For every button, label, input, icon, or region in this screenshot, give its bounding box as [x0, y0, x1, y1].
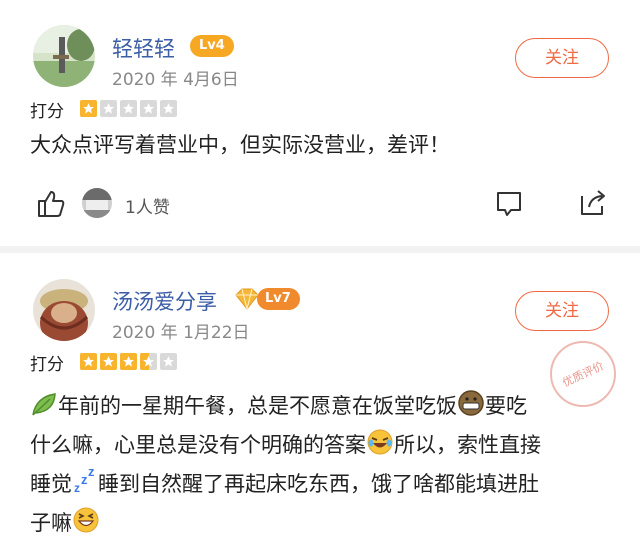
avatar[interactable] — [33, 279, 95, 341]
grin-squint-emoji — [72, 506, 100, 545]
level-badge: Lv7 — [257, 288, 300, 310]
laugh-cry-emoji — [366, 428, 394, 467]
rating-star — [140, 353, 157, 370]
zzz-emoji: zzz — [72, 464, 98, 506]
rating-star — [140, 100, 157, 117]
review-date: 2020 年 1月22日 — [112, 323, 250, 343]
rating-label: 打分 — [30, 355, 64, 375]
rating-stars — [80, 353, 177, 370]
rating-star — [160, 100, 177, 117]
liker-avatar[interactable] — [82, 188, 112, 222]
rating-stars — [80, 100, 177, 117]
rating-star — [160, 353, 177, 370]
like-count: 1人赞 — [125, 198, 170, 218]
review-text-line: 什么嘛，心里总是没有个明确的答案 — [30, 433, 366, 457]
review-text-line: 睡到自然醒了再起床吃东西，饿了啥都能填进肚 — [98, 472, 539, 496]
review-text: 年前的一星期午餐，总是不愿意在饭堂吃饭 要吃 什么嘛，心里总是没有个明确的答案 … — [30, 389, 620, 545]
review-card: 汤汤爱分享 Lv7 2020 年 1月22日 关注 优质评价 打分 年前的一星期… — [0, 253, 640, 543]
username[interactable]: 汤汤爱分享 — [112, 286, 217, 316]
username[interactable]: 轻轻轻 — [112, 33, 175, 63]
follow-button[interactable]: 关注 — [515, 38, 609, 78]
review-text: 大众点评写着营业中，但实际没营业，差评！ — [30, 133, 450, 157]
rating-star — [120, 100, 137, 117]
level-badge: Lv4 — [190, 35, 234, 57]
svg-text:z: z — [74, 481, 80, 495]
rating-star — [80, 353, 97, 370]
svg-text:z: z — [88, 467, 95, 479]
rating-star — [100, 100, 117, 117]
share-icon[interactable] — [578, 188, 608, 222]
follow-button[interactable]: 关注 — [515, 291, 609, 331]
review-date: 2020 年 4月6日 — [112, 70, 239, 90]
svg-text:z: z — [81, 472, 88, 487]
rating-label: 打分 — [30, 102, 64, 122]
review-text-line: 睡觉 — [30, 472, 72, 496]
review-text-line: 子嘛 — [30, 511, 72, 535]
comment-icon[interactable] — [494, 189, 524, 223]
review-text-line: 所以，索性直接 — [394, 433, 541, 457]
review-text-line: 要吃 — [485, 394, 527, 418]
thumbs-up-icon[interactable] — [36, 189, 66, 223]
card-divider — [0, 246, 640, 253]
rating-star — [120, 353, 137, 370]
grin-emoji — [457, 389, 485, 428]
avatar[interactable] — [33, 25, 95, 87]
review-text-line: 年前的一星期午餐，总是不愿意在饭堂吃饭 — [58, 394, 457, 418]
leaf-emoji — [30, 391, 58, 428]
rating-star — [100, 353, 117, 370]
review-card: 轻轻轻 Lv4 2020 年 4月6日 关注 打分 大众点评写着营业中，但实际没… — [0, 0, 640, 246]
rating-star — [80, 100, 97, 117]
